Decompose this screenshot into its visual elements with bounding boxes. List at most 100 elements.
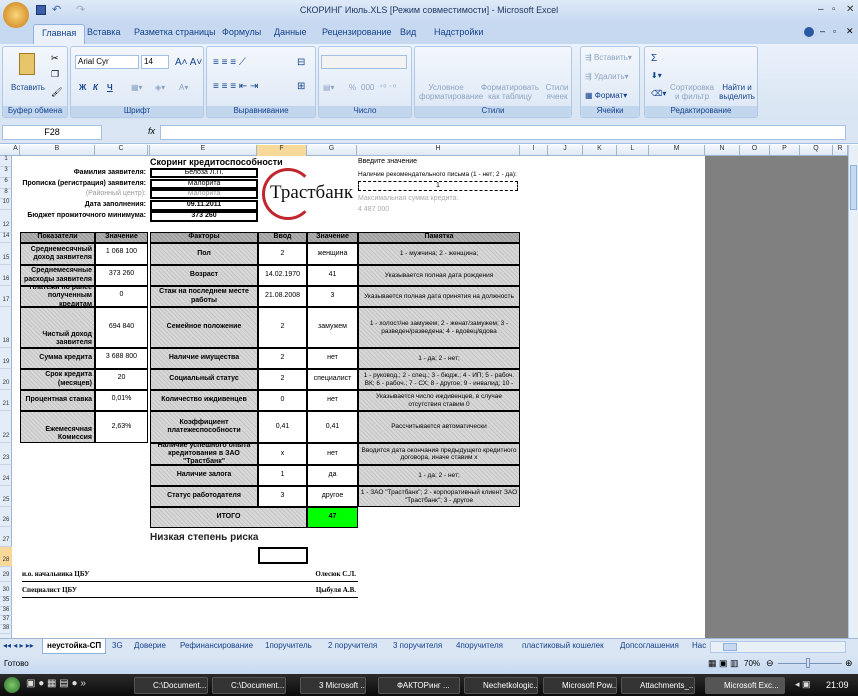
indicator-value[interactable]: 0 (95, 286, 148, 307)
tab-formulas[interactable]: Формулы (222, 27, 261, 37)
column-header[interactable]: R (833, 145, 848, 156)
fx-button[interactable]: fx (148, 126, 155, 136)
start-button[interactable] (4, 677, 20, 693)
row-header[interactable]: 38 (0, 625, 12, 634)
format-cells-button[interactable]: ▦ Формат▾ (585, 91, 627, 100)
row-header[interactable]: 3 (0, 167, 12, 178)
row-header[interactable]: 10 (0, 199, 12, 210)
decimal-icons[interactable]: ⁺⁰ ⁻⁰ (379, 83, 396, 92)
italic-button[interactable]: К (93, 83, 98, 92)
factor-input[interactable]: 3 (258, 486, 307, 507)
quick-launch-icons[interactable]: ▣ ● ▦ ▤ ● » (26, 678, 86, 689)
thousands-button[interactable]: 000 (361, 83, 374, 92)
sheet-tab[interactable]: Допсоглашения (620, 641, 679, 650)
row-header[interactable]: 23 (0, 443, 12, 465)
column-header[interactable]: M (649, 145, 705, 156)
indicator-value[interactable]: 3 688 800 (95, 348, 148, 369)
factor-input[interactable]: 21.08.2008 (258, 286, 307, 307)
column-header[interactable]: P (770, 145, 800, 156)
paste-button[interactable]: Вставить (11, 83, 45, 92)
taskbar-item[interactable]: ФАКТОРинг ... (378, 677, 460, 694)
tab-addins[interactable]: Надстройки (434, 27, 483, 37)
tab-insert[interactable]: Вставка (87, 27, 120, 37)
factor-input[interactable]: 1 (258, 465, 307, 486)
sheet-tab[interactable]: 2 поручителя (328, 641, 377, 650)
indicator-value[interactable]: 0,01% (95, 390, 148, 411)
row-header[interactable]: 37 (0, 616, 12, 625)
cut-icon[interactable]: ✂ (51, 53, 59, 64)
workbook-restore-button[interactable]: ▫ (833, 26, 836, 36)
column-header[interactable]: C (95, 145, 148, 156)
column-header[interactable]: A (12, 145, 20, 156)
formula-input[interactable] (160, 125, 846, 140)
row-header[interactable]: 27 (0, 527, 12, 547)
indicator-value[interactable]: 373 260 (95, 265, 148, 286)
column-header[interactable]: I (520, 145, 548, 156)
subsistence-budget-field[interactable]: 373 260 (150, 211, 258, 222)
horizontal-scrollbar[interactable] (710, 641, 846, 653)
column-header[interactable]: Q (800, 145, 833, 156)
column-header[interactable]: E (150, 145, 257, 156)
bold-button[interactable]: Ж (79, 83, 86, 92)
row-header[interactable]: 21 (0, 390, 12, 411)
row-header[interactable]: 12 (0, 210, 12, 233)
row-header[interactable]: 36 (0, 607, 12, 616)
row-header[interactable]: 30 (0, 582, 12, 597)
indicator-value[interactable]: 694 840 (95, 307, 148, 348)
row-header[interactable]: 16 (0, 265, 12, 286)
factor-input[interactable]: 2 (258, 348, 307, 369)
wrap-text-icon[interactable]: ⊟ (297, 57, 305, 68)
column-header[interactable]: O (740, 145, 770, 156)
row-header[interactable]: 29 (0, 567, 12, 582)
indicator-value[interactable]: 1 068 100 (95, 243, 148, 265)
sheet-tab[interactable]: Нас (692, 641, 706, 650)
sort-filter-button[interactable]: Сортировка и фильтр (669, 83, 715, 101)
scroll-thumb[interactable] (850, 165, 857, 210)
tab-page-layout[interactable]: Разметка страницы (134, 27, 216, 37)
selected-cell-F28[interactable] (258, 547, 308, 564)
fill-icon[interactable]: ⬇▾ (651, 71, 662, 80)
row-header[interactable]: 22 (0, 411, 12, 443)
sheet-tab[interactable]: 3G (112, 641, 123, 650)
merge-cells-icon[interactable]: ⊞ (297, 81, 305, 92)
row-header[interactable]: 6 (0, 178, 12, 189)
taskbar-item-active[interactable]: Microsoft Exc... (705, 677, 785, 694)
zoom-out-button[interactable]: ⊖ (766, 658, 774, 669)
tab-view[interactable]: Вид (400, 27, 416, 37)
percent-button[interactable]: % (349, 83, 356, 92)
column-header[interactable]: H (357, 145, 520, 156)
factor-input[interactable]: 2 (258, 369, 307, 390)
font-name-select[interactable]: Arial Cyr (75, 55, 139, 69)
fill-color-icon[interactable]: ◈▾ (155, 83, 165, 92)
row-header[interactable]: 35 (0, 597, 12, 607)
column-header[interactable]: B (20, 145, 95, 156)
insert-cells-button[interactable]: ⇶ Вставить▾ (585, 53, 632, 62)
vertical-align-icons[interactable]: ≡ ≡ ≡ ⟋ (213, 57, 246, 68)
factor-input[interactable]: 2 (258, 307, 307, 348)
column-header[interactable]: J (548, 145, 583, 156)
row-header[interactable]: 24 (0, 465, 12, 486)
font-color-icon[interactable]: A▾ (179, 83, 188, 92)
tab-data[interactable]: Данные (274, 27, 307, 37)
zoom-slider-thumb[interactable] (806, 658, 810, 668)
taskbar-item[interactable]: Microsoft Pow... (543, 677, 617, 694)
close-button[interactable]: ✕ (846, 4, 854, 15)
row-header[interactable]: 8 (0, 189, 12, 199)
view-buttons[interactable]: ▦ ▣ ▥ (708, 658, 739, 669)
format-as-table-button[interactable]: Форматировать как таблицу (479, 83, 541, 101)
column-header[interactable]: N (705, 145, 740, 156)
clear-icon[interactable]: ⌫▾ (651, 89, 666, 98)
indicator-value[interactable]: 2,63% (95, 411, 148, 443)
office-button[interactable] (3, 2, 29, 28)
tab-review[interactable]: Рецензирование (322, 27, 392, 37)
vertical-scrollbar[interactable] (848, 145, 858, 654)
help-icon[interactable] (804, 27, 814, 37)
cell-styles-button[interactable]: Стили ячеек (543, 83, 571, 101)
fill-date-field[interactable]: 09.11.2011 (150, 200, 258, 211)
sheet-tab[interactable]: Рефинансирование (180, 641, 253, 650)
taskbar-item[interactable]: C:\Document... (212, 677, 286, 694)
row-header[interactable]: 15 (0, 243, 12, 265)
copy-icon[interactable]: ❐ (51, 69, 59, 80)
row-header-selected[interactable]: 28 (0, 547, 12, 567)
sheet-tab[interactable]: пластиковый кошелек (522, 641, 604, 650)
